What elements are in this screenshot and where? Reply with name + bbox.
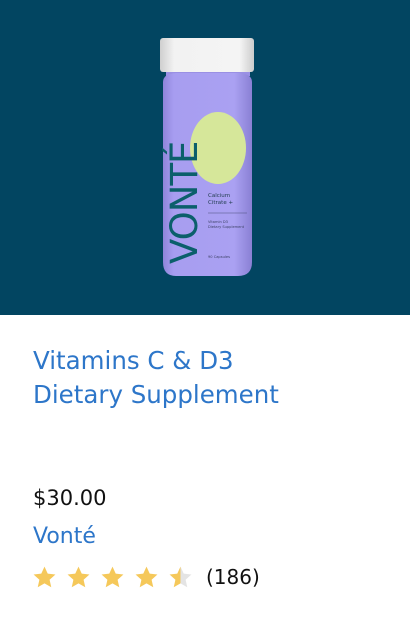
star-filled-icon xyxy=(33,566,56,587)
product-title-line-1: Vitamins C & D3 xyxy=(33,346,234,375)
bottle-label-sub: Vitamin D3 xyxy=(208,220,228,224)
star-rating xyxy=(32,565,202,590)
bottle-cap xyxy=(160,38,254,72)
star-filled-icon xyxy=(101,566,124,587)
product-card[interactable]: VONTÉ Calcium Citrate + Vitamin D3 Dieta… xyxy=(0,0,410,622)
product-title-line-2: Dietary Supplement xyxy=(33,380,279,409)
star-half-icon xyxy=(169,566,192,587)
product-title-link[interactable]: Vitamins C & D3 Dietary Supplement xyxy=(33,344,383,412)
product-price: $30.00 xyxy=(33,486,107,510)
supplement-bottle-image: VONTÉ Calcium Citrate + Vitamin D3 Dieta… xyxy=(160,38,254,276)
rating-widget[interactable]: (186) xyxy=(32,561,260,593)
bottle-label-count: 90 Capsules xyxy=(208,255,230,259)
product-brand-link[interactable]: Vonté xyxy=(33,521,96,553)
bottle-brand-text: VONTÉ xyxy=(162,142,206,264)
bottle-label-name: Calcium xyxy=(208,193,230,199)
bottle-label-name-2: Citrate + xyxy=(208,200,233,206)
product-image[interactable]: VONTÉ Calcium Citrate + Vitamin D3 Dieta… xyxy=(0,0,410,315)
star-filled-icon xyxy=(135,566,158,587)
bottle-label-sub-2: Dietary Supplement xyxy=(208,225,245,229)
star-filled-icon xyxy=(67,566,90,587)
review-count: (186) xyxy=(206,565,260,589)
